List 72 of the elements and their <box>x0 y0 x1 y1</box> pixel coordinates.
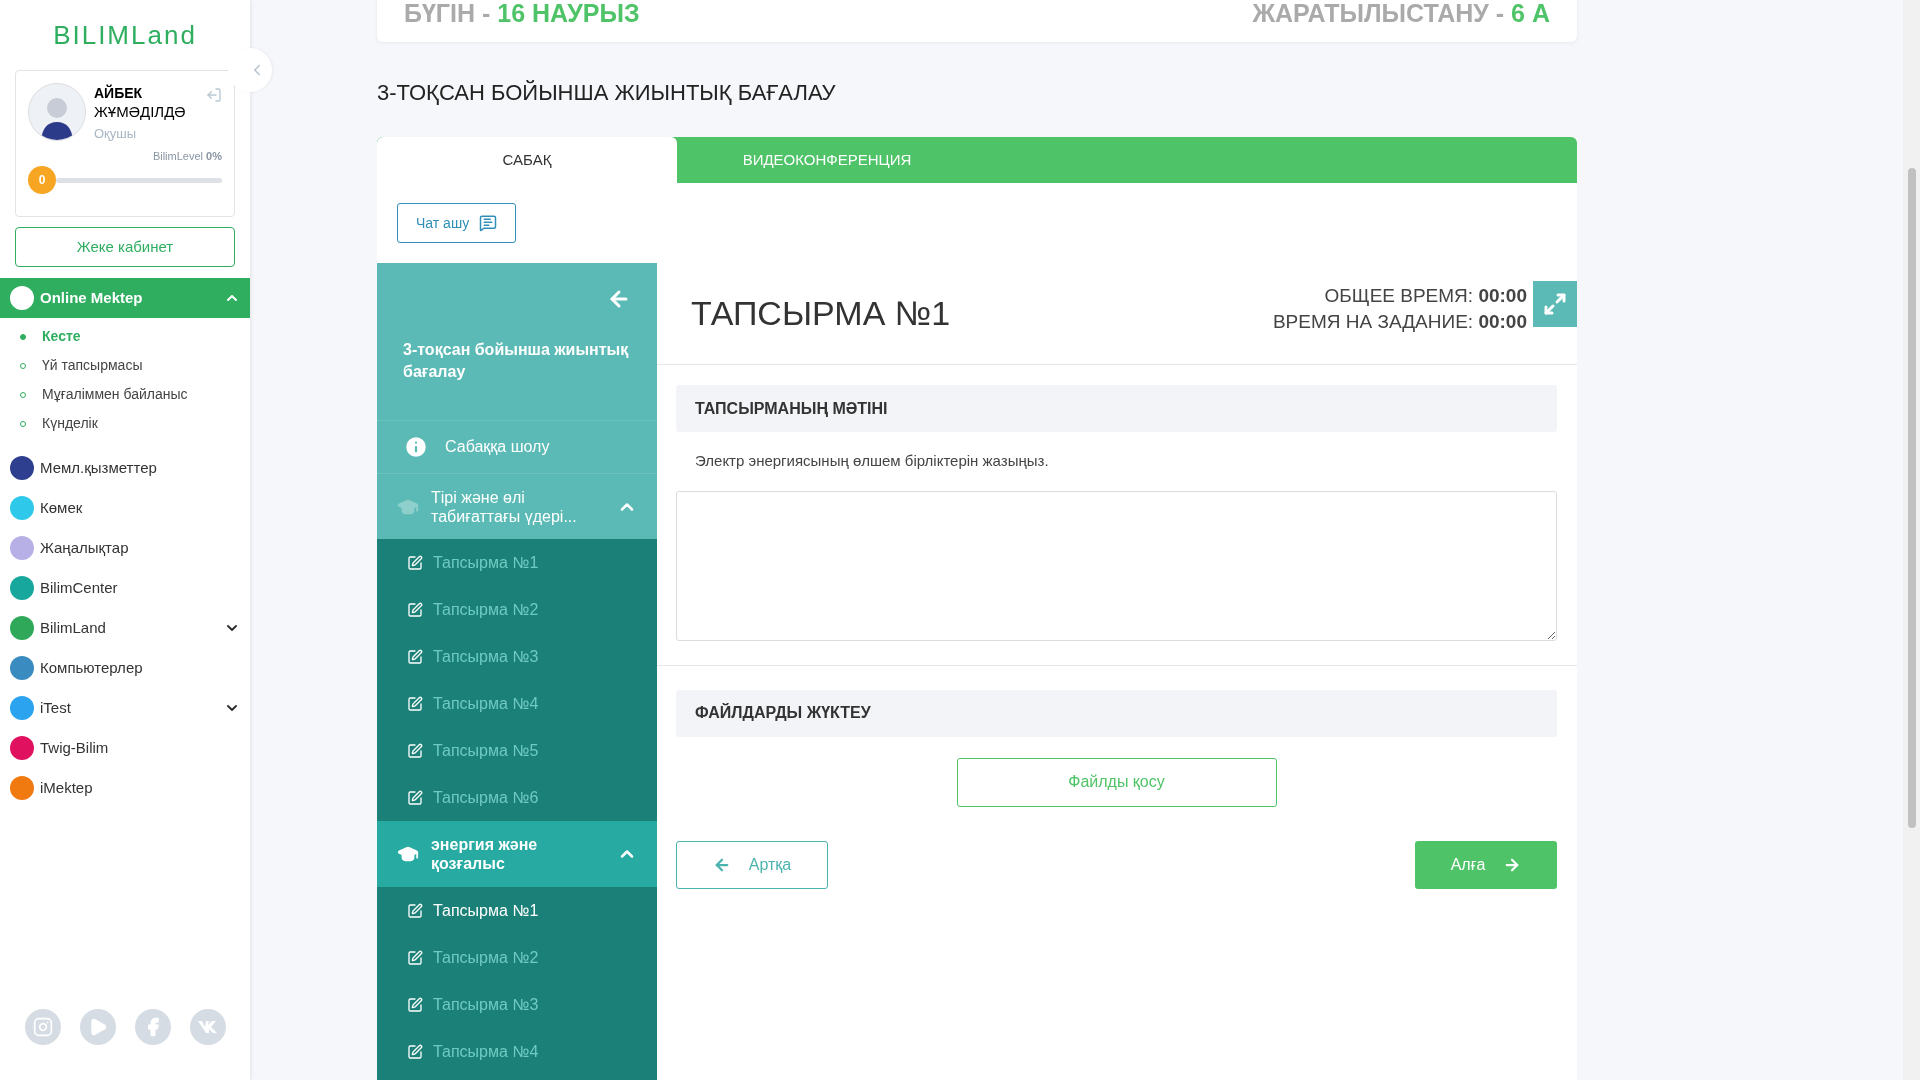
submenu-item[interactable]: Кесте <box>42 326 81 347</box>
sidebar-item[interactable]: BilimLand <box>0 608 250 648</box>
instagram-icon[interactable] <box>24 1009 61 1045</box>
task-item[interactable]: Тапсырма №1 <box>377 539 657 586</box>
section-heading: ТАПСЫРМАНЫҢ МӘТІНІ <box>676 385 1557 432</box>
task-item[interactable]: Тапсырма №1 <box>377 887 657 934</box>
task-time: ВРЕМЯ НА ЗАДАНИЕ: 00:00 <box>1272 310 1527 334</box>
vk-glyph-icon <box>197 1021 218 1033</box>
scrollbar[interactable] <box>1903 0 1920 1080</box>
lesson-title: 3-тоқсан бойынша жиынтық бағалау <box>403 340 630 382</box>
back-button[interactable]: Артқа <box>676 840 828 889</box>
level-badge: 0 <box>28 166 56 194</box>
edit-icon <box>407 902 423 919</box>
task-item[interactable]: Тапсырма №6 <box>377 774 657 821</box>
sidebar-item[interactable]: Компьютерлер <box>0 648 250 688</box>
task-item[interactable]: Тапсырма №2 <box>377 586 657 633</box>
logout-icon[interactable] <box>206 87 222 103</box>
edit-icon <box>407 695 423 712</box>
edit-icon <box>407 949 423 966</box>
sidebar-item[interactable]: iTest <box>0 688 250 728</box>
task-item[interactable]: Тапсырма №2 <box>377 934 657 981</box>
submenu-item[interactable]: Үй тапсырмасы <box>42 355 143 376</box>
task-text: Электр энергиясының өлшем бірліктерін жазыңыз. <box>694 451 1050 471</box>
sidebar-item[interactable]: Көмек <box>0 488 250 528</box>
edit-icon <box>407 996 423 1013</box>
play-icon[interactable] <box>79 1009 116 1045</box>
task-title: ТАПСЫРМА №1 <box>691 293 952 334</box>
section-header[interactable]: энергия және қозғалыс <box>377 821 657 887</box>
chat-icon <box>479 214 498 232</box>
task-item[interactable]: Тапсырма №3 <box>377 633 657 680</box>
vk-icon[interactable] <box>189 1009 226 1045</box>
answer-field[interactable] <box>676 490 1557 641</box>
sidebar-item[interactable]: Online Mektep <box>0 278 250 318</box>
sidebar-item[interactable]: iMektep <box>0 768 250 808</box>
logo[interactable]: BILIMLand <box>53 15 197 55</box>
chat-button[interactable]: Чат ашу <box>397 203 517 243</box>
edit-icon <box>407 742 423 759</box>
submenu-item[interactable]: Мұғаліммен байланыс <box>42 384 188 405</box>
task-item[interactable]: Тапсырма №5 <box>377 727 657 774</box>
edit-icon <box>407 601 423 618</box>
task-item[interactable]: Тапсырма №4 <box>377 1028 657 1075</box>
tab[interactable]: САБАҚ <box>377 137 677 183</box>
edit-icon <box>407 789 423 806</box>
task-item[interactable]: Тапсырма №3 <box>377 981 657 1028</box>
user-last-name: ЖҰМӘДІЛДӘ <box>94 104 187 120</box>
submenu-item[interactable]: Күнделік <box>42 413 98 434</box>
sidebar-item[interactable]: Мемл.қызметтер <box>0 448 250 488</box>
fullscreen-button[interactable] <box>1533 281 1577 327</box>
next-button[interactable]: Алға <box>1415 840 1557 889</box>
sidebar-item[interactable]: Жаңалықтар <box>0 528 250 568</box>
expand-icon <box>1543 292 1567 316</box>
edit-icon <box>407 648 423 665</box>
section-heading: ФАЙЛДАРДЫ ЖҮКТЕУ <box>676 689 1557 737</box>
level-label: BilimLevel 0% <box>152 148 222 164</box>
page-title: 3-ТОҚСАН БОЙЫНША ЖИЫНТЫҚ БАҒАЛАУ <box>377 79 837 107</box>
date-text: БҮГІН - 16 НАУРЫЗ <box>404 0 640 30</box>
info-icon <box>403 434 429 460</box>
total-time: ОБЩЕЕ ВРЕМЯ: 00:00 <box>1324 284 1527 308</box>
add-file-button[interactable]: Файлды қосу <box>956 757 1277 807</box>
sidebar-item[interactable]: BilimCenter <box>0 568 250 608</box>
edit-icon <box>407 554 423 571</box>
instagram-glyph-icon <box>32 1017 53 1037</box>
subject-text: ЖАРАТЫЛЫСТАНУ - 6 А <box>1252 0 1550 30</box>
task-item[interactable]: Тапсырма №4 <box>377 680 657 727</box>
facebook-icon[interactable] <box>134 1009 171 1045</box>
section-header[interactable]: Тірі және өлі табиғаттағы үдері... <box>377 473 657 539</box>
sidebar-item[interactable]: Twig-Bilim <box>0 728 250 768</box>
user-first-name: АЙБЕК <box>94 83 143 103</box>
cabinet-button[interactable]: Жеке кабинет <box>15 227 235 267</box>
user-role: Оқушы <box>94 125 138 143</box>
overview-item[interactable]: Сабаққа шолу <box>377 420 657 473</box>
edit-icon <box>407 1043 423 1060</box>
